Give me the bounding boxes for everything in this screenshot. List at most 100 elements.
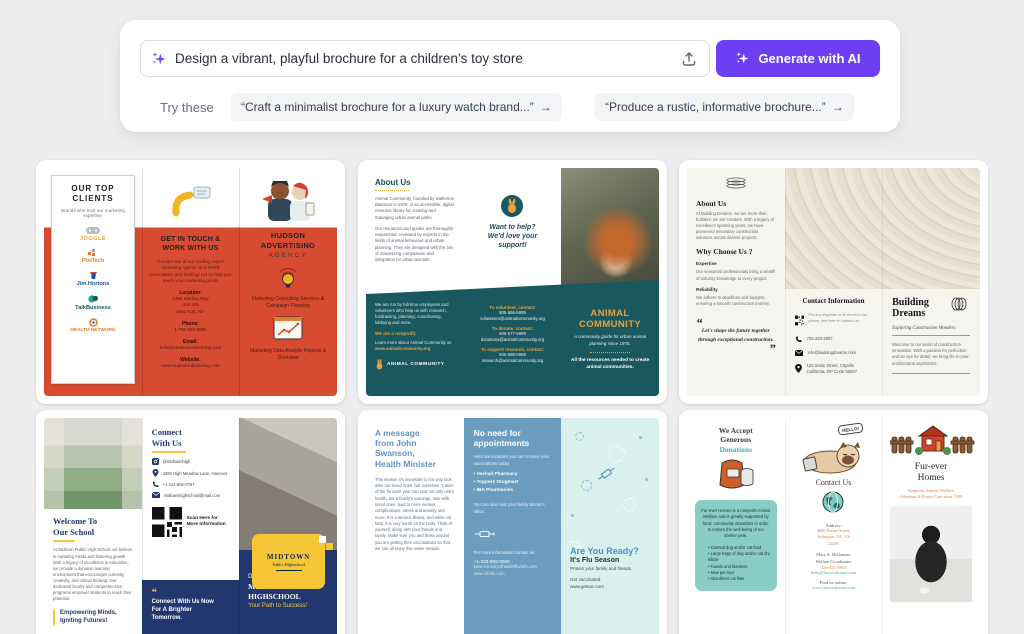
fold-line xyxy=(142,168,143,396)
reliability-paragraph: We adhere to deadlines and budgets, ensu… xyxy=(696,295,776,307)
sparkles-icon xyxy=(151,51,167,67)
suggestion-chip-luxury-watch[interactable]: “Craft a minimalist brochure for a luxur… xyxy=(231,93,562,121)
instagram-handle: @midtownhigh xyxy=(163,459,191,464)
building-contact-panel: Contact Information For any inquiries or… xyxy=(785,289,883,396)
quote-text: Let's shape the future together through … xyxy=(696,319,776,353)
flu-season-subtitle: It's Flu Season xyxy=(570,557,650,564)
animal-contacts-panel: To volunteer, contact: 505-566-5989 volu… xyxy=(464,296,562,396)
want-to-help-panel: Want to help? We'd love your support! xyxy=(464,168,562,277)
phone-row: +1 312-892-0767 xyxy=(152,481,230,488)
phone-chat-icon xyxy=(150,174,232,227)
client-logo: HEALTH NETWORK xyxy=(57,318,129,333)
website-value: www.HudsonAdvertising.com xyxy=(150,363,232,369)
flu-message-panel: A message from John Swanson, Health Mini… xyxy=(366,418,464,634)
prompt-input[interactable] xyxy=(175,51,671,66)
contact-email: volunteers@animalcommunity.org xyxy=(473,316,553,322)
arrow-right-icon: → xyxy=(540,100,552,114)
pet-food-illustration xyxy=(695,457,777,496)
furever-contact-panel: HELLO! Contact Us Address: 4000 Perine S… xyxy=(785,418,883,634)
agency-title: HUDSON ADVERTISING xyxy=(247,231,329,251)
nonprofit-text: We are a nonprofit. xyxy=(375,331,455,336)
contact-url: www.infoflu.com xyxy=(474,571,552,577)
fox-photo xyxy=(561,168,659,287)
discover-subtitle: Your Path to Success! xyxy=(248,603,328,609)
globe-icon xyxy=(794,491,874,518)
donation-item: Absorbent cat litter xyxy=(708,576,771,582)
animal-community-logo: ANIMAL COMMUNITY xyxy=(375,359,455,370)
furever-brand-panel: Fur-ever Homes Nonprofit Animal Welfare,… xyxy=(882,418,980,634)
email-row: info@buildingdreams.com xyxy=(795,350,873,356)
pharmacy-item: Vexhall Pharmacy xyxy=(474,471,552,479)
message-paragraph: This season it's important to not only l… xyxy=(375,477,455,553)
hudson-clients-panel: OUR TOP CLIENTS Brands who trust our mar… xyxy=(51,175,135,384)
donations-panel: We Accept Generous Donations Fur-ever Ho… xyxy=(687,418,785,634)
contact-title: Contact Us xyxy=(794,478,874,487)
contact-label: For more information contact us: xyxy=(474,550,552,555)
circles-logo-icon xyxy=(948,297,970,311)
phone-icon xyxy=(152,481,159,488)
virus-doodle xyxy=(581,480,592,491)
help-text: Want to help? We'd love your support! xyxy=(488,223,537,251)
get-in-touch-body: Contact one of our leading expert Market… xyxy=(150,259,232,284)
connect-quote: Connect With Us Now For A Brighter Tomor… xyxy=(152,586,230,622)
gamepad-icon xyxy=(85,225,101,235)
sparkles-icon xyxy=(735,51,750,66)
fold-line xyxy=(785,418,786,634)
template-card-building-dreams[interactable]: About Us At Building Dreams, we are more… xyxy=(679,160,988,404)
nonprofit-box: Fur-ever Homes is a nonprofit Animal Wel… xyxy=(695,500,777,591)
email-row: midtownhighschool@mail.com xyxy=(152,492,230,498)
phone-value: +1 312-892-0767 xyxy=(163,482,195,487)
virus-doodle xyxy=(575,432,584,441)
connect-title: Connect With Us xyxy=(152,427,230,448)
welcome-paragraph: At Midtown Public High School, we believ… xyxy=(53,547,133,602)
squares-icon xyxy=(88,249,98,257)
website-value: www.fureverhomes.com xyxy=(794,585,874,590)
school-connect-panel: Connect With Us @midtownhigh 4393 High M… xyxy=(142,418,240,580)
puppy-photo xyxy=(890,506,972,602)
qr-note: For any inquiries or to enroll in our ph… xyxy=(808,312,872,324)
square-decoration xyxy=(319,536,326,543)
prompt-input-wrap[interactable] xyxy=(140,40,710,77)
get-vaccinated-text: Get vaccinated. www.getvac.com xyxy=(570,577,650,591)
scan-text: Scan Here for More Information xyxy=(187,516,226,529)
callout-text: Empowering Minds, Igniting Futures! xyxy=(53,609,133,625)
about-paragraph: At Building Dreams, we are more than bui… xyxy=(696,211,776,241)
template-card-hudson-advertising[interactable]: OUR TOP CLIENTS Brands who trust our mar… xyxy=(36,160,345,404)
template-card-midtown-highschool[interactable]: Welcome To Our School At Midtown Public … xyxy=(36,410,345,634)
expertise-paragraph: Our seasoned professionals bring a wealt… xyxy=(696,269,776,281)
address-row: 4393 High Meadow Lane, Hanover xyxy=(152,469,230,477)
expertise-label: Expertise xyxy=(696,261,776,266)
qr-code-icon xyxy=(795,312,805,329)
nonprofit-paragraph: Fur-ever Homes is a nonprofit Animal Wel… xyxy=(701,508,771,539)
about-title: About Us xyxy=(696,199,776,208)
fold-line xyxy=(239,418,240,634)
badge-title: MIDTOWN xyxy=(267,553,310,561)
get-in-touch-title: GET IN TOUCH & WORK WITH US xyxy=(150,235,232,253)
agency-subtitle: AGENCY xyxy=(247,252,329,259)
location-value: 1490 Sterling Way Unit 329 New York, NY xyxy=(150,296,232,314)
template-card-furever-homes[interactable]: We Accept Generous Donations Fur-ever Ho… xyxy=(679,410,988,634)
generate-with-ai-button[interactable]: Generate with AI xyxy=(716,40,880,77)
service-2: Marketing Data Analytic Reports & Overvi… xyxy=(247,348,329,362)
client-logo: PixiTech xyxy=(57,249,129,264)
donations-accent: Donations xyxy=(695,445,777,454)
ring-icon xyxy=(89,318,98,327)
suggestion-chip-rustic[interactable]: “Produce a rustic, informative brochure.… xyxy=(595,93,854,121)
donation-item: Large bags of dog and/or cat dry kibble xyxy=(708,551,771,564)
upload-icon[interactable] xyxy=(679,49,699,69)
protect-text: Protect your family and friends. xyxy=(570,566,650,571)
address-value: 4000 Perine Street, Arlington, VA, US 22… xyxy=(794,528,874,547)
welcome-title: Welcome To Our School xyxy=(53,516,133,537)
template-card-animal-community[interactable]: About Us Animal Community, founded by Ka… xyxy=(358,160,667,404)
people-illustration xyxy=(247,174,329,227)
phone-icon xyxy=(795,336,802,343)
ai-prompt-card: Generate with AI Try these “Craft a mini… xyxy=(120,20,900,132)
appointments-title: No need for appointments xyxy=(474,428,552,448)
email-icon xyxy=(152,492,160,498)
donations-title: We Accept Generous xyxy=(695,426,777,445)
template-card-flu-season[interactable]: A message from John Swanson, Health Mini… xyxy=(358,410,667,634)
flu-brochure: A message from John Swanson, Health Mini… xyxy=(366,418,659,634)
cup-icon xyxy=(89,271,98,280)
message-title: A message from John Swanson, Health Mini… xyxy=(375,428,455,469)
try-these-label: Try these xyxy=(160,100,214,115)
